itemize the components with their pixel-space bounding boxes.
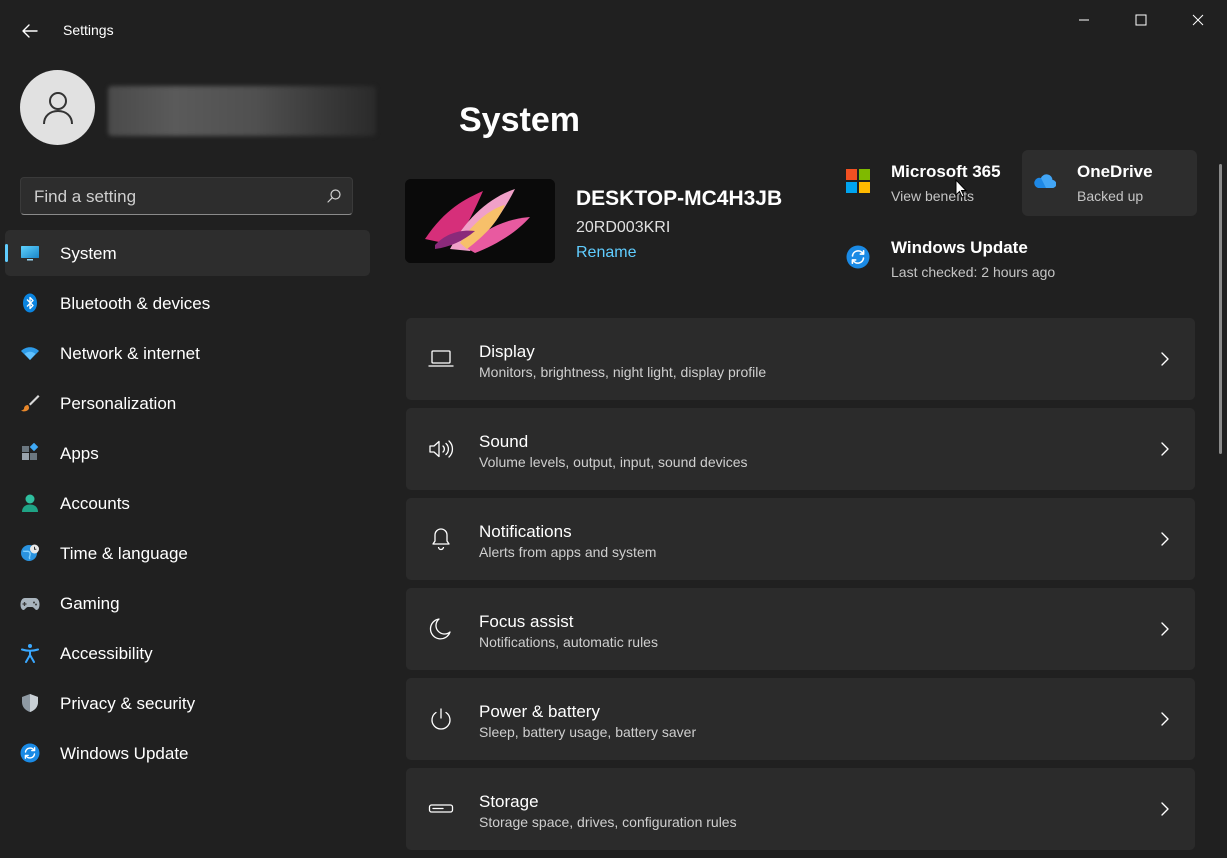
wallpaper-bloom-image (405, 179, 555, 263)
windows-update-link[interactable]: Windows Update Last checked: 2 hours ago (838, 226, 1098, 292)
sidebar-item-network-internet[interactable]: Network & internet (5, 330, 370, 376)
sidebar-item-label: Network & internet (60, 344, 200, 363)
settings-row-display[interactable]: Display Monitors, brightness, night ligh… (406, 318, 1195, 400)
settings-row-title: Display (479, 342, 535, 361)
sidebar-item-label: Accounts (60, 494, 130, 513)
shield-icon (22, 694, 38, 712)
maximize-button[interactable] (1112, 0, 1170, 40)
sidebar-item-privacy-security[interactable]: Privacy & security (5, 680, 370, 726)
onedrive-cloud-icon (1034, 174, 1056, 189)
settings-row-subtitle: Storage space, drives, configuration rul… (479, 814, 737, 830)
onedrive-link[interactable]: OneDrive Backed up (1022, 150, 1197, 216)
chevron-right-icon (1161, 712, 1169, 726)
chevron-right-icon (1161, 622, 1169, 636)
globe-clock-icon (21, 544, 39, 561)
desktop-wallpaper-thumbnail (405, 179, 555, 263)
settings-row-title: Storage (479, 792, 539, 811)
sidebar-item-label: Windows Update (60, 744, 189, 763)
sidebar-item-windows-update[interactable]: Windows Update (5, 730, 370, 776)
chevron-right-icon (1161, 442, 1169, 456)
monitor-icon (21, 246, 39, 261)
settings-row-subtitle: Volume levels, output, input, sound devi… (479, 454, 748, 470)
rename-link[interactable]: Rename (576, 244, 636, 262)
search-box[interactable] (20, 177, 353, 216)
maximize-icon (1135, 14, 1147, 26)
app-title: Settings (63, 22, 114, 38)
chevron-right-icon (1161, 532, 1169, 546)
quick-link-subtitle: Last checked: 2 hours ago (891, 264, 1056, 280)
device-model: 20RD003KRI (576, 219, 671, 236)
settings-row-storage[interactable]: Storage Storage space, drives, configura… (406, 768, 1195, 850)
sidebar-item-label: Bluetooth & devices (60, 294, 211, 313)
power-icon (431, 708, 451, 730)
device-name: DESKTOP-MC4H3JB (576, 187, 783, 210)
settings-row-subtitle: Monitors, brightness, night light, displ… (479, 364, 767, 380)
settings-row-power-battery[interactable]: Power & battery Sleep, battery usage, ba… (406, 678, 1195, 760)
sidebar-item-label: Time & language (60, 544, 188, 563)
settings-row-subtitle: Sleep, battery usage, battery saver (479, 724, 697, 740)
update-icon (20, 743, 40, 763)
settings-row-title: Sound (479, 432, 529, 451)
scrollbar[interactable] (1219, 164, 1222, 454)
close-button[interactable] (1169, 0, 1227, 40)
search-icon[interactable] (326, 188, 342, 204)
sidebar-item-label: Apps (60, 444, 99, 463)
person-icon (42, 91, 73, 124)
moon-icon (429, 618, 451, 640)
chevron-right-icon (1161, 352, 1169, 366)
gamepad-icon (20, 598, 40, 610)
settings-row-title: Power & battery (479, 702, 600, 721)
quick-link-subtitle: Backed up (1077, 188, 1144, 204)
speaker-icon (429, 440, 454, 458)
bell-icon (432, 528, 450, 551)
sidebar-item-accounts[interactable]: Accounts (5, 480, 370, 526)
settings-row-title: Focus assist (479, 612, 574, 631)
sidebar-item-gaming[interactable]: Gaming (5, 580, 370, 626)
minimize-button[interactable] (1055, 0, 1113, 40)
settings-row-sound[interactable]: Sound Volume levels, output, input, soun… (406, 408, 1195, 490)
microsoft-365-link[interactable]: Microsoft 365 View benefits (838, 150, 1016, 216)
microsoft-logo-icon (846, 169, 870, 193)
quick-link-title: OneDrive (1077, 162, 1153, 181)
storage-drive-icon (428, 804, 454, 813)
accounts-icon (22, 494, 38, 512)
sidebar-item-label: System (60, 244, 117, 263)
sidebar-item-label: Gaming (60, 594, 120, 613)
brush-icon (21, 395, 40, 412)
sidebar-nav: System Bluetooth & devices Network & int… (5, 230, 370, 780)
settings-row-focus-assist[interactable]: Focus assist Notifications, automatic ru… (406, 588, 1195, 670)
sidebar-item-time-language[interactable]: Time & language (5, 530, 370, 576)
bluetooth-icon (23, 293, 37, 313)
settings-row-notifications[interactable]: Notifications Alerts from apps and syste… (406, 498, 1195, 580)
settings-row-subtitle: Notifications, automatic rules (479, 634, 658, 650)
sidebar-item-label: Personalization (60, 394, 177, 413)
accessibility-icon (21, 644, 39, 663)
minimize-icon (1079, 19, 1089, 21)
sidebar-item-bluetooth-devices[interactable]: Bluetooth & devices (5, 280, 370, 326)
settings-list: Display Monitors, brightness, night ligh… (406, 318, 1195, 858)
chevron-right-icon (1161, 802, 1169, 816)
settings-row-title: Notifications (479, 522, 572, 541)
apps-icon (22, 443, 39, 460)
sidebar-item-label: Accessibility (60, 644, 153, 663)
quick-link-title: Microsoft 365 (891, 162, 1001, 181)
settings-row-subtitle: Alerts from apps and system (479, 544, 657, 560)
quick-link-title: Windows Update (891, 238, 1028, 257)
sidebar-item-personalization[interactable]: Personalization (5, 380, 370, 426)
mouse-cursor-icon (955, 179, 967, 198)
title-bar: Settings (0, 0, 1227, 60)
user-name-blurred (108, 86, 376, 136)
page-title: System (459, 101, 580, 139)
sidebar-item-accessibility[interactable]: Accessibility (5, 630, 370, 676)
close-icon (1192, 14, 1204, 26)
sidebar-item-system[interactable]: System (5, 230, 370, 276)
sidebar-item-apps[interactable]: Apps (5, 430, 370, 476)
avatar[interactable] (20, 70, 95, 145)
laptop-icon (428, 350, 454, 367)
back-arrow-icon[interactable] (18, 19, 42, 43)
sidebar-item-label: Privacy & security (60, 694, 196, 713)
search-input[interactable] (21, 178, 326, 216)
wifi-icon (21, 347, 39, 360)
update-icon (846, 245, 870, 269)
